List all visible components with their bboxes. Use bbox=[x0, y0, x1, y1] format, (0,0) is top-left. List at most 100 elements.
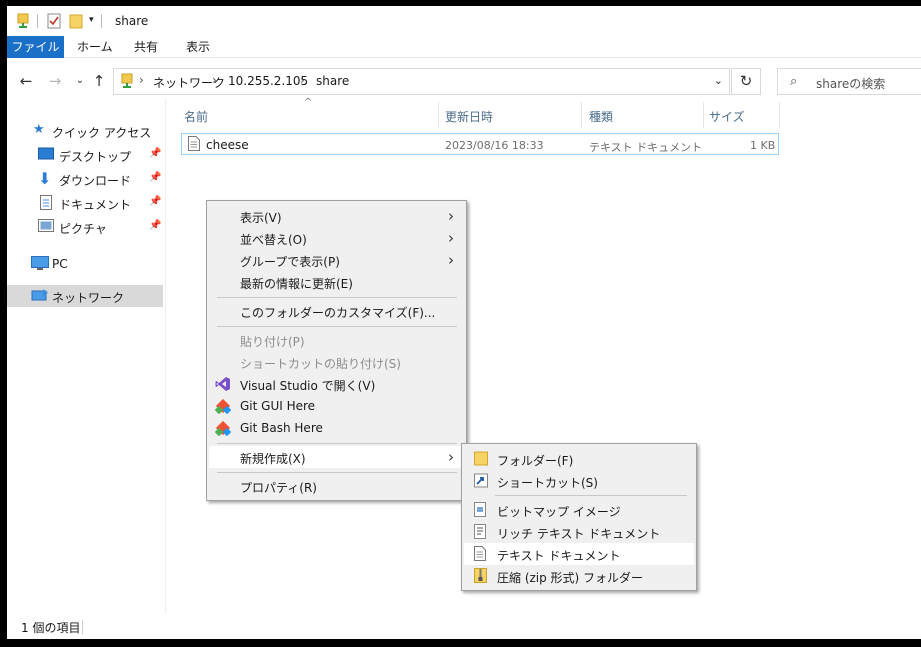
tab-file[interactable]: ファイル bbox=[7, 36, 64, 58]
properties-check-icon[interactable] bbox=[47, 13, 61, 32]
menu-item-view[interactable]: 表示(V) › bbox=[209, 205, 464, 227]
menu-label: Git Bash Here bbox=[240, 421, 323, 435]
sort-ascending-icon: ^ bbox=[304, 97, 313, 108]
menu-label: グループで表示(P) bbox=[240, 255, 340, 269]
submenu-item-folder[interactable]: フォルダー(F) bbox=[464, 448, 694, 470]
nav-pc[interactable]: PC bbox=[7, 253, 163, 275]
nav-label: クイック アクセス bbox=[52, 126, 152, 140]
menu-item-git-gui[interactable]: Git GUI Here bbox=[209, 395, 464, 417]
address-bar[interactable]: › ネットワーク › 10.255.2.105 › share ⌄ bbox=[113, 68, 730, 95]
nav-documents[interactable]: ドキュメント 📌 bbox=[7, 192, 163, 214]
rich-text-icon bbox=[474, 524, 486, 542]
new-folder-icon[interactable] bbox=[69, 13, 83, 32]
submenu-item-zip[interactable]: 圧縮 (zip 形式) フォルダー bbox=[464, 565, 694, 587]
forward-arrow-icon[interactable]: → bbox=[46, 72, 64, 90]
column-header-type[interactable]: 種類 bbox=[589, 108, 613, 125]
desktop-icon bbox=[38, 147, 54, 164]
column-separator[interactable] bbox=[581, 102, 582, 128]
nav-pictures[interactable]: ピクチャ 📌 bbox=[7, 216, 163, 238]
back-arrow-icon[interactable]: ← bbox=[17, 72, 35, 90]
menu-label: リッチ テキスト ドキュメント bbox=[497, 527, 661, 541]
menu-label: 新規作成(X) bbox=[240, 452, 306, 466]
pin-icon[interactable]: 📌 bbox=[149, 220, 161, 231]
menu-label: プロパティ(R) bbox=[240, 481, 317, 495]
menu-item-vs-open[interactable]: Visual Studio で開く(V) bbox=[209, 373, 464, 395]
breadcrumb-share[interactable]: share bbox=[316, 74, 349, 88]
status-bar: 1 個の項目 bbox=[7, 614, 921, 639]
pin-icon[interactable]: 📌 bbox=[149, 196, 161, 207]
up-arrow-icon[interactable]: ↑ bbox=[90, 72, 108, 90]
bitmap-icon bbox=[474, 502, 486, 520]
column-header-size[interactable]: サイズ bbox=[709, 108, 745, 125]
new-submenu: フォルダー(F) ショートカット(S) ビットマップ イメージ リッチ テキスト… bbox=[461, 443, 697, 591]
breadcrumb-host[interactable]: 10.255.2.105 bbox=[228, 74, 308, 88]
nav-network[interactable]: ネットワーク bbox=[7, 285, 163, 307]
qa-separator bbox=[37, 14, 38, 28]
address-dropdown-icon[interactable]: ⌄ bbox=[714, 74, 723, 87]
folder-network-icon[interactable] bbox=[16, 13, 30, 32]
tab-view[interactable]: 表示 bbox=[174, 36, 222, 58]
git-gui-icon bbox=[214, 398, 232, 417]
shortcut-icon bbox=[474, 473, 488, 491]
menu-separator bbox=[495, 495, 687, 496]
file-name: cheese bbox=[206, 138, 249, 152]
nav-downloads[interactable]: ⬇ ダウンロード 📌 bbox=[7, 168, 163, 190]
document-icon bbox=[40, 195, 52, 213]
menu-item-new[interactable]: 新規作成(X) › bbox=[209, 446, 464, 468]
pane-divider[interactable] bbox=[165, 98, 166, 614]
visual-studio-icon bbox=[215, 376, 231, 395]
submenu-item-bitmap[interactable]: ビットマップ イメージ bbox=[464, 499, 694, 521]
explorer-window: ▾ share ファイル ホーム 共有 表示 ← → ⌄ ↑ › ネットワーク … bbox=[7, 6, 921, 639]
crumb-separator: › bbox=[300, 73, 305, 87]
column-separator[interactable] bbox=[703, 102, 704, 128]
menu-label: 貼り付け(P) bbox=[240, 335, 305, 349]
menu-label: テキスト ドキュメント bbox=[497, 549, 621, 563]
file-date: 2023/08/16 18:33 bbox=[445, 139, 544, 152]
submenu-item-shortcut[interactable]: ショートカット(S) bbox=[464, 470, 694, 492]
menu-item-paste-shortcut[interactable]: ショートカットの貼り付け(S) bbox=[209, 351, 464, 373]
column-header-name[interactable]: 名前 bbox=[184, 108, 208, 125]
search-box[interactable]: ⌕ shareの検索 bbox=[777, 68, 921, 95]
submenu-arrow-icon: › bbox=[448, 251, 454, 269]
menu-item-customize[interactable]: このフォルダーのカスタマイズ(F)... bbox=[209, 300, 464, 322]
pin-icon[interactable]: 📌 bbox=[149, 172, 161, 183]
submenu-arrow-icon: › bbox=[448, 448, 454, 466]
recent-dropdown-icon[interactable]: ⌄ bbox=[71, 72, 89, 90]
file-row[interactable]: cheese 2023/08/16 18:33 テキスト ドキュメント 1 KB bbox=[181, 133, 779, 155]
menu-item-group[interactable]: グループで表示(P) › bbox=[209, 249, 464, 271]
menu-item-properties[interactable]: プロパティ(R) bbox=[209, 475, 464, 497]
nav-label: PC bbox=[52, 257, 68, 271]
tab-home[interactable]: ホーム bbox=[65, 36, 125, 58]
text-file-icon bbox=[188, 136, 200, 154]
nav-desktop[interactable]: デスクトップ 📌 bbox=[7, 144, 163, 166]
computer-icon bbox=[31, 256, 49, 274]
submenu-item-text[interactable]: テキスト ドキュメント bbox=[464, 543, 694, 565]
title-bar: ▾ share bbox=[7, 6, 921, 36]
menu-separator bbox=[217, 443, 457, 444]
column-header-date[interactable]: 更新日時 bbox=[445, 108, 493, 125]
menu-item-git-bash[interactable]: Git Bash Here bbox=[209, 417, 464, 439]
refresh-icon[interactable]: ↻ bbox=[731, 68, 761, 95]
column-separator[interactable] bbox=[438, 102, 439, 128]
menu-label: 並べ替え(O) bbox=[240, 233, 307, 247]
menu-label: 圧縮 (zip 形式) フォルダー bbox=[497, 571, 644, 585]
customize-qa-icon[interactable]: ▾ bbox=[89, 15, 94, 25]
menu-label: このフォルダーのカスタマイズ(F)... bbox=[240, 306, 436, 320]
column-separator[interactable] bbox=[779, 102, 780, 128]
nav-quick-access[interactable]: ★ クイック アクセス bbox=[7, 120, 163, 142]
zip-folder-icon bbox=[474, 568, 487, 586]
context-menu: 表示(V) › 並べ替え(O) › グループで表示(P) › 最新の情報に更新(… bbox=[206, 200, 467, 501]
navigation-pane: ★ クイック アクセス デスクトップ 📌 ⬇ ダウンロード 📌 ドキュメント 📌 bbox=[7, 116, 165, 616]
menu-item-sort[interactable]: 並べ替え(O) › bbox=[209, 227, 464, 249]
menu-separator bbox=[217, 472, 457, 473]
nav-label: ピクチャ bbox=[59, 222, 107, 236]
menu-item-refresh[interactable]: 最新の情報に更新(E) bbox=[209, 271, 464, 293]
pin-icon[interactable]: 📌 bbox=[149, 148, 161, 159]
submenu-item-rtf[interactable]: リッチ テキスト ドキュメント bbox=[464, 521, 694, 543]
file-type: テキスト ドキュメント bbox=[589, 141, 703, 154]
crumb-separator: › bbox=[139, 73, 144, 87]
tab-share[interactable]: 共有 bbox=[122, 36, 170, 58]
menu-item-paste[interactable]: 貼り付け(P) bbox=[209, 329, 464, 351]
search-input[interactable]: shareの検索 bbox=[816, 75, 885, 92]
text-document-icon bbox=[474, 546, 486, 564]
